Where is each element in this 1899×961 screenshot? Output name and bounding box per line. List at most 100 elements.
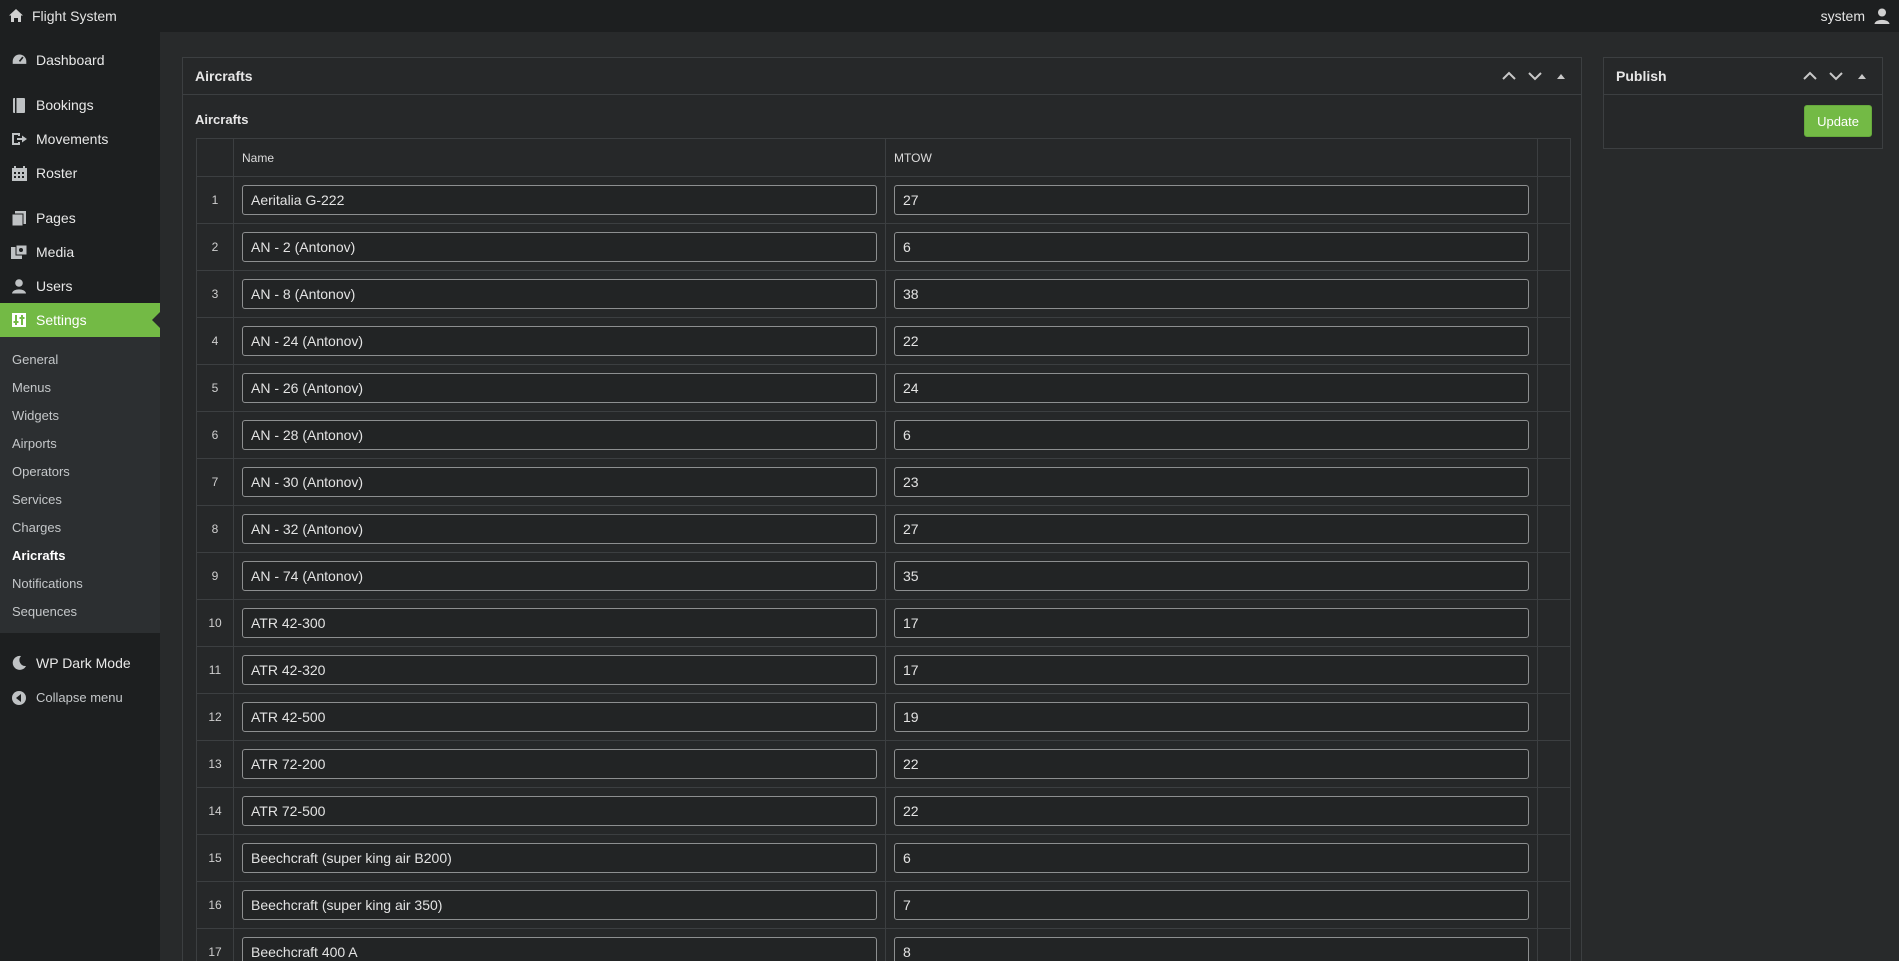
table-row: 17 Beechcraft 400 A 8 xyxy=(196,928,1571,961)
name-cell: ATR 72-500 xyxy=(233,787,886,835)
row-actions-cell xyxy=(1537,317,1571,365)
sidebar-item-users[interactable]: Users xyxy=(0,269,160,303)
collapse-menu-button[interactable]: Collapse menu xyxy=(0,680,160,715)
row-index: 13 xyxy=(196,740,234,788)
row-actions-cell xyxy=(1537,928,1571,961)
aircraft-mtow-input[interactable]: 22 xyxy=(894,326,1529,356)
section-title: Aircrafts xyxy=(195,112,249,127)
user-menu[interactable]: system xyxy=(1821,7,1891,25)
aircraft-mtow-input[interactable]: 6 xyxy=(894,420,1529,450)
aircraft-mtow-input[interactable]: 27 xyxy=(894,514,1529,544)
postbox-title: Publish xyxy=(1616,68,1667,84)
aircraft-mtow-input[interactable]: 7 xyxy=(894,890,1529,920)
sidebar-item-pages[interactable]: Pages xyxy=(0,201,160,235)
aircraft-name-input[interactable]: ATR 72-500 xyxy=(242,796,877,826)
site-link[interactable]: Flight System xyxy=(8,8,117,24)
submenu-item-sequences[interactable]: Sequences xyxy=(0,597,160,625)
submenu-item-general[interactable]: General xyxy=(0,345,160,373)
sidebar-item-roster[interactable]: Roster xyxy=(0,156,160,190)
aircraft-mtow-input[interactable]: 23 xyxy=(894,467,1529,497)
sidebar-item-dashboard[interactable]: Dashboard xyxy=(0,43,160,77)
toggle-panel-icon[interactable] xyxy=(1553,68,1569,84)
row-actions-cell xyxy=(1537,740,1571,788)
submenu-item-menus[interactable]: Menus xyxy=(0,373,160,401)
move-up-icon[interactable] xyxy=(1802,68,1818,84)
row-index: 1 xyxy=(196,176,234,224)
aircraft-name-input[interactable]: AN - 74 (Antonov) xyxy=(242,561,877,591)
submenu-item-charges[interactable]: Charges xyxy=(0,513,160,541)
name-cell: ATR 42-320 xyxy=(233,646,886,694)
row-index: 14 xyxy=(196,787,234,835)
postbox-title: Aircrafts xyxy=(195,68,253,84)
sidebar-item-label: Roster xyxy=(36,165,78,181)
sidebar-item-settings[interactable]: Settings xyxy=(0,303,160,337)
aircraft-name-input[interactable]: AN - 26 (Antonov) xyxy=(242,373,877,403)
sidebar-item-dark-mode[interactable]: WP Dark Mode xyxy=(0,645,160,680)
name-cell: AN - 74 (Antonov) xyxy=(233,552,886,600)
aircraft-mtow-input[interactable]: 6 xyxy=(894,232,1529,262)
aircraft-name-input[interactable]: ATR 72-200 xyxy=(242,749,877,779)
aircraft-name-input[interactable]: Beechcraft (super king air B200) xyxy=(242,843,877,873)
submenu-item-operators[interactable]: Operators xyxy=(0,457,160,485)
aircraft-mtow-input[interactable]: 19 xyxy=(894,702,1529,732)
aircraft-mtow-input[interactable]: 27 xyxy=(894,185,1529,215)
aircraft-name-input[interactable]: AN - 28 (Antonov) xyxy=(242,420,877,450)
aircraft-name-input[interactable]: AN - 2 (Antonov) xyxy=(242,232,877,262)
aircraft-mtow-input[interactable]: 38 xyxy=(894,279,1529,309)
aircraft-mtow-input[interactable]: 22 xyxy=(894,796,1529,826)
aircraft-name-input[interactable]: ATR 42-320 xyxy=(242,655,877,685)
sidebar-item-label: Pages xyxy=(36,210,76,226)
submenu-item-services[interactable]: Services xyxy=(0,485,160,513)
user-name: system xyxy=(1820,8,1865,24)
home-icon xyxy=(8,8,24,24)
user-icon xyxy=(10,277,28,295)
row-actions-cell xyxy=(1537,787,1571,835)
aircraft-name-input[interactable]: Beechcraft (super king air 350) xyxy=(242,890,877,920)
table-body: 1 Aeritalia G-222 27 2 AN - 2 (Antonov) 6 3 AN … xyxy=(196,176,1571,961)
aircraft-mtow-input[interactable]: 24 xyxy=(894,373,1529,403)
sidebar-item-label: WP Dark Mode xyxy=(36,654,131,671)
aircraft-name-input[interactable]: ATR 42-300 xyxy=(242,608,877,638)
aircraft-name-input[interactable]: AN - 24 (Antonov) xyxy=(242,326,877,356)
aircraft-mtow-input[interactable]: 17 xyxy=(894,608,1529,638)
move-down-icon[interactable] xyxy=(1527,68,1543,84)
aircraft-name-input[interactable]: ATR 42-500 xyxy=(242,702,877,732)
submenu-item-aircrafts[interactable]: Aricrafts xyxy=(0,541,160,569)
row-actions-cell xyxy=(1537,646,1571,694)
table-row: 12 ATR 42-500 19 xyxy=(196,693,1571,741)
submenu-item-notifications[interactable]: Notifications xyxy=(0,569,160,597)
row-actions-cell xyxy=(1537,505,1571,553)
aircrafts-table: Name MTOW 1 Aeritalia G-222 27 2 AN - 2 (Ant… xyxy=(196,138,1571,961)
table-row: 5 AN - 26 (Antonov) 24 xyxy=(196,364,1571,412)
aircraft-name-input[interactable]: AN - 8 (Antonov) xyxy=(242,279,877,309)
aircraft-mtow-input[interactable]: 22 xyxy=(894,749,1529,779)
aircraft-name-input[interactable]: AN - 32 (Antonov) xyxy=(242,514,877,544)
mtow-cell: 27 xyxy=(885,176,1538,224)
postbox-header: Publish xyxy=(1604,58,1882,95)
aircraft-name-input[interactable]: Beechcraft 400 A xyxy=(242,937,877,961)
toggle-panel-icon[interactable] xyxy=(1854,68,1870,84)
name-cell: ATR 72-200 xyxy=(233,740,886,788)
name-column-header: Name xyxy=(233,138,886,177)
submenu-item-airports[interactable]: Airports xyxy=(0,429,160,457)
aircraft-name-input[interactable]: AN - 30 (Antonov) xyxy=(242,467,877,497)
aircraft-mtow-input[interactable]: 8 xyxy=(894,937,1529,961)
sidebar-item-movements[interactable]: Movements xyxy=(0,122,160,156)
dashboard-icon xyxy=(10,51,28,69)
move-down-icon[interactable] xyxy=(1828,68,1844,84)
aircraft-name-input[interactable]: Aeritalia G-222 xyxy=(242,185,877,215)
row-actions-cell xyxy=(1537,599,1571,647)
sidebar-item-media[interactable]: Media xyxy=(0,235,160,269)
update-button[interactable]: Update xyxy=(1804,105,1872,137)
aircraft-mtow-input[interactable]: 35 xyxy=(894,561,1529,591)
name-cell: ATR 42-300 xyxy=(233,599,886,647)
move-up-icon[interactable] xyxy=(1501,68,1517,84)
row-index: 10 xyxy=(196,599,234,647)
aircraft-mtow-input[interactable]: 6 xyxy=(894,843,1529,873)
name-cell: AN - 32 (Antonov) xyxy=(233,505,886,553)
sidebar-item-bookings[interactable]: Bookings xyxy=(0,88,160,122)
table-row: 9 AN - 74 (Antonov) 35 xyxy=(196,552,1571,600)
submenu-item-widgets[interactable]: Widgets xyxy=(0,401,160,429)
aircraft-mtow-input[interactable]: 17 xyxy=(894,655,1529,685)
admin-sidebar: Dashboard Bookings Movements Roster Page… xyxy=(0,32,160,961)
